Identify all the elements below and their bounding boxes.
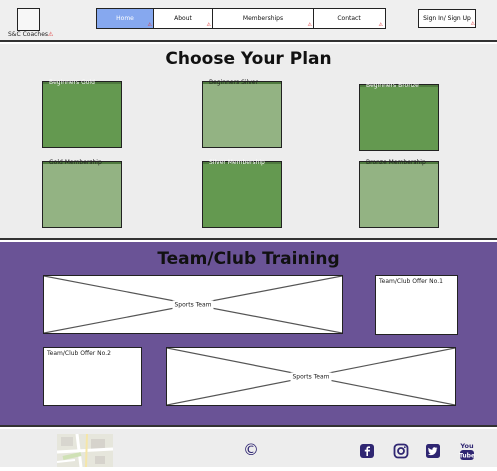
nav-memberships-label: Memberships <box>242 15 284 22</box>
copyright-symbol: © <box>243 440 259 459</box>
link-marker-icon: ⚠ <box>378 22 383 28</box>
plan-card-bronze-membership[interactable]: Bronze Membership <box>359 159 439 228</box>
plans-title: Choose Your Plan <box>165 49 332 69</box>
svg-text:Tube: Tube <box>459 453 475 460</box>
logo-caption-text: S&C Coaches <box>8 31 49 38</box>
nav-about[interactable]: About ⚠ <box>154 9 213 28</box>
plan-card-beginners-gold[interactable]: Beginners Gold <box>42 79 122 148</box>
svg-text:You: You <box>459 442 474 450</box>
facebook-icon[interactable] <box>359 443 375 459</box>
link-marker-icon: ⚠ <box>206 22 211 28</box>
plan-card-label: Bronze Membership <box>366 159 426 166</box>
plan-card-label: Beginners Gold <box>49 79 95 86</box>
plan-card-label: Silver Membership <box>209 159 265 166</box>
map-thumbnail[interactable] <box>56 433 114 468</box>
image-caption: Sports Team <box>290 372 332 381</box>
signin-label: Sign In/ Sign Up <box>423 15 471 22</box>
team-offer-1-label: Team/Club Offer No.1 <box>379 278 443 285</box>
main-nav: Home ⚠ About ⚠ Memberships ⚠ Contact ⚠ <box>96 8 386 29</box>
youtube-icon[interactable]: You Tube <box>459 441 475 461</box>
team-title: Team/Club Training <box>157 249 340 269</box>
link-marker-icon: ⚠ <box>147 22 152 28</box>
team-offer-1[interactable]: Team/Club Offer No.1 <box>375 275 458 335</box>
nav-contact[interactable]: Contact ⚠ <box>314 9 384 28</box>
nav-memberships[interactable]: Memberships ⚠ <box>213 9 314 28</box>
plan-card-beginners-bronze[interactable]: Beginners Bronze <box>359 82 439 151</box>
plan-card-label: Beginners Bronze <box>366 82 419 89</box>
image-caption: Sports Team <box>172 300 214 309</box>
team-offer-2[interactable]: Team/Club Offer No.2 <box>43 347 142 406</box>
plan-card-silver-membership[interactable]: Silver Membership <box>202 159 282 228</box>
plan-card-label: Beginners Silver <box>209 79 258 86</box>
plan-card-gold-membership[interactable]: Gold Membership <box>42 159 122 228</box>
logo-caption: S&C Coaches⚠ <box>8 31 53 38</box>
nav-home[interactable]: Home ⚠ <box>97 9 154 28</box>
map-icon <box>56 433 114 468</box>
warning-icon: ⚠ <box>48 31 54 38</box>
sports-team-image-1: Sports Team <box>43 275 343 334</box>
nav-contact-label: Contact <box>337 15 361 22</box>
logo[interactable] <box>17 8 40 31</box>
plan-card-label: Gold Membership <box>49 159 102 166</box>
nav-about-label: About <box>174 15 192 22</box>
team-offer-2-label: Team/Club Offer No.2 <box>47 350 111 357</box>
instagram-icon[interactable] <box>393 443 409 459</box>
nav-home-label: Home <box>116 15 134 22</box>
link-marker-icon: ⚠ <box>307 22 312 28</box>
plan-card-beginners-silver[interactable]: Beginners Silver <box>202 79 282 148</box>
twitter-icon[interactable] <box>425 443 441 459</box>
link-marker-icon: ⚠ <box>470 21 475 27</box>
sports-team-image-2: Sports Team <box>166 347 456 406</box>
signin-button[interactable]: Sign In/ Sign Up ⚠ <box>418 9 476 28</box>
